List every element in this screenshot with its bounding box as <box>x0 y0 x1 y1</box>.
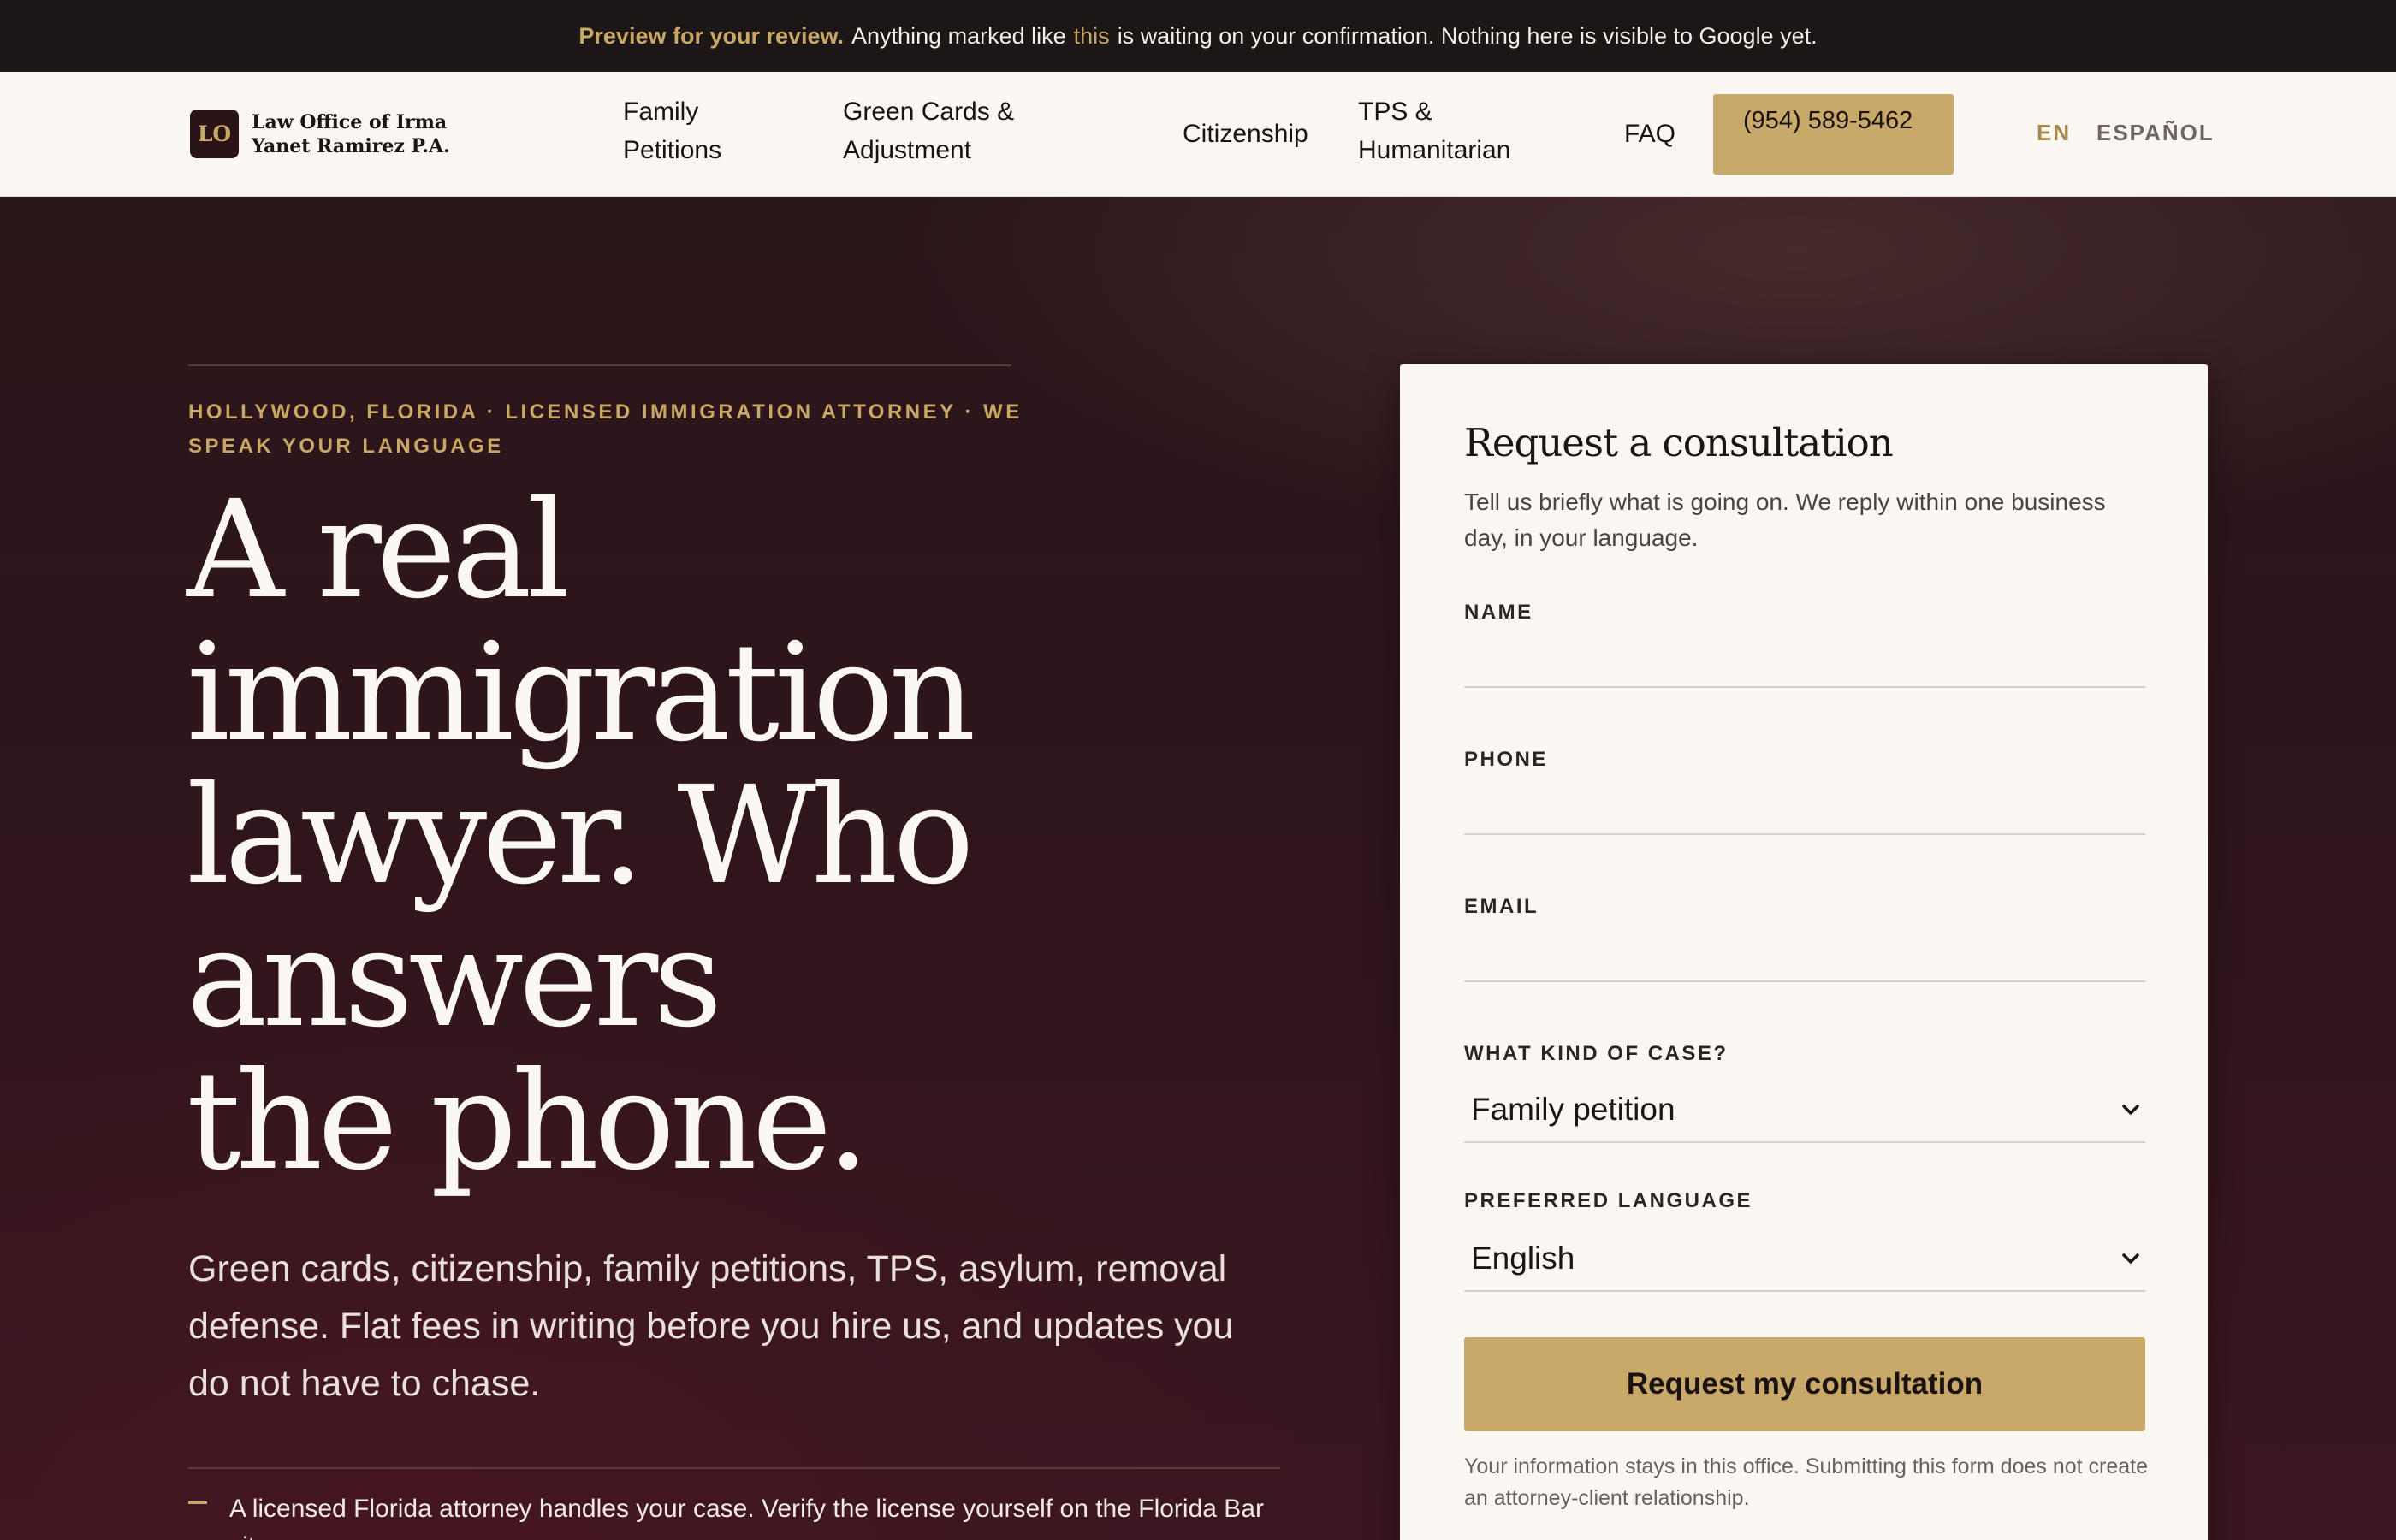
preview-banner-text-end: is waiting on your confirmation. Nothing… <box>1117 22 1818 49</box>
nav-tps-humanitarian[interactable]: TPS & Humanitarian <box>1358 92 1555 169</box>
hero-title-line: answers <box>187 900 722 1057</box>
case-type-select[interactable]: Family petition <box>1464 1078 2145 1143</box>
preview-banner-lead: Preview for your review. <box>578 22 845 49</box>
preferred-language-select[interactable]: English <box>1464 1227 2145 1292</box>
name-field[interactable] <box>1464 637 2145 688</box>
hero-subtitle: Green cards, citizenship, family petitio… <box>188 1248 1234 1404</box>
preview-banner-text: Anything marked like <box>851 22 1066 49</box>
logo-mark: LO <box>190 110 239 158</box>
case-type-value: Family petition <box>1471 1092 1675 1127</box>
consultation-form: Request a consultation Tell us briefly w… <box>1400 364 2208 1540</box>
hero-divider <box>188 364 1011 366</box>
case-type-label: What kind of case? <box>1464 1042 1729 1065</box>
dash-bullet-icon <box>188 1502 207 1504</box>
nav-family-petitions[interactable]: Family Petitions <box>623 92 751 169</box>
hero-title: A real immigration lawyer. Who answers t… <box>187 479 1213 1194</box>
form-title: Request a consultation <box>1464 420 1894 465</box>
hero-title-line: the phone. <box>187 1043 870 1200</box>
proof-divider <box>188 1467 1280 1469</box>
hero-title-line: lawyer. Who <box>187 757 975 915</box>
phone-field[interactable] <box>1464 784 2145 835</box>
nav-faq[interactable]: FAQ <box>1624 115 1675 153</box>
phone-label: Phone <box>1464 748 1548 771</box>
hero-eyebrow: Hollywood, Florida · Licensed immigratio… <box>188 400 1023 458</box>
firm-name: Law Office of Irma Yanet Ramirez P.A. <box>252 110 450 157</box>
email-label: Email <box>1464 895 1539 918</box>
nav-citizenship[interactable]: Citizenship <box>1183 115 1308 153</box>
form-disclaimer: Your information stays in this office. S… <box>1464 1454 2149 1510</box>
language-es[interactable]: ESPAÑOL <box>2096 120 2215 145</box>
nav-green-cards[interactable]: Green Cards & Adjustment <box>843 92 1057 169</box>
preview-banner-highlight: this <box>1073 22 1110 49</box>
hero-title-line: immigration <box>187 614 976 772</box>
hero-title-line: A real <box>187 471 570 629</box>
chevron-down-icon <box>2122 1253 2139 1264</box>
language-en[interactable]: EN <box>2037 120 2071 145</box>
email-field[interactable] <box>1464 931 2145 982</box>
form-intro: Tell us briefly what is going on. We rep… <box>1464 489 2106 551</box>
name-label: Name <box>1464 601 1533 624</box>
request-consultation-button[interactable]: Request my consultation <box>1464 1337 2145 1431</box>
brand-logo-link[interactable]: LO Law Office of Irma Yanet Ramirez P.A. <box>190 110 483 158</box>
preview-banner: Preview for your review. Anything marked… <box>0 0 2396 72</box>
preferred-language-value: English <box>1471 1241 1575 1276</box>
preferred-language-label: Preferred language <box>1464 1189 1753 1212</box>
proof-point: A licensed Florida attorney handles your… <box>229 1495 1264 1540</box>
chevron-down-icon <box>2122 1105 2139 1115</box>
phone-call-button[interactable]: (954) 589-5462 <box>1713 94 1954 175</box>
